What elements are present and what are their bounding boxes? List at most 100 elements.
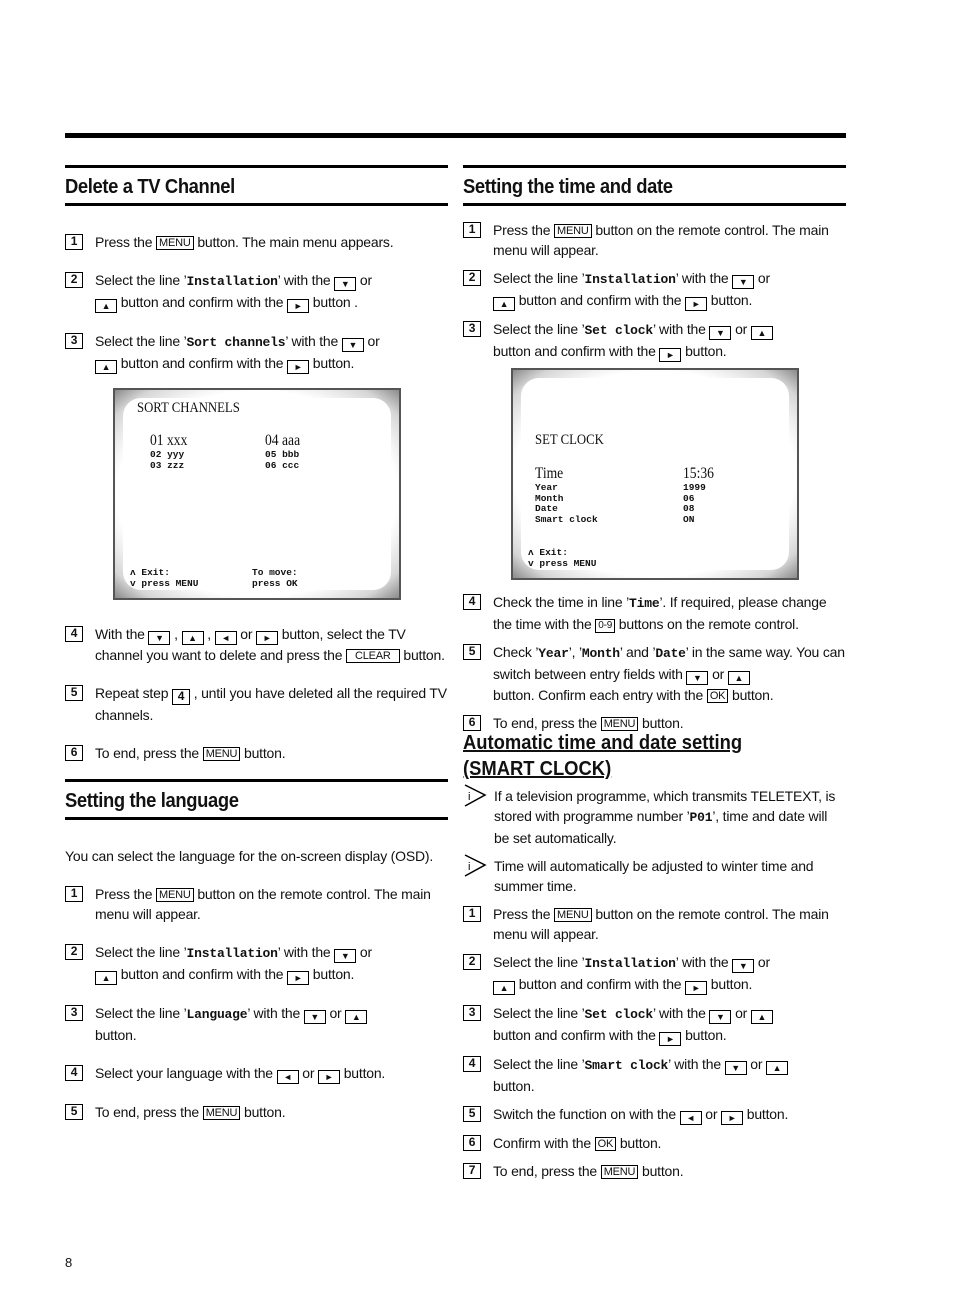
step-3: 3 Select the line ’Sort channels’ with t… [65,331,448,374]
left-arrow-icon: ◄ [679,1111,702,1125]
step-6: 6 To end, press the MENU button. [65,743,448,763]
language-section: Setting the language You can select the … [65,779,448,1122]
step-5: 5 Switch the function on with the ◄ or ►… [463,1104,846,1125]
step-2: 2 Select the line ’Installation’ with th… [65,270,448,313]
menu-key-icon: MENU [156,888,194,902]
text-fragment: button. [340,1065,386,1081]
text-fragment: , [170,626,182,642]
svg-text:i: i [468,791,470,803]
step-number: 4 [463,1056,481,1072]
step-number: 6 [65,745,83,761]
menu-line-name: Installation [584,956,676,971]
text-fragment: Select the line ’ [493,270,585,286]
down-arrow-icon: ▼ [732,275,755,289]
text-fragment: Select the line ’ [493,954,585,970]
step-number: 3 [463,1005,481,1021]
right-column: Setting the time and date 1 Press the ME… [463,165,846,1179]
text-fragment: Switch the function on with the [493,1106,680,1122]
text-fragment: button. The main menu appears. [193,234,394,250]
smart-clock-section: Automatic time and date setting (SMART C… [463,730,846,1181]
text-fragment: button. Confirm each entry with the [493,687,707,703]
menu-key-icon: MENU [554,224,592,238]
text-fragment: or [731,1005,751,1021]
down-arrow-icon: ▼ [732,959,755,973]
text-fragment: Press the [493,222,555,238]
clear-key-icon: CLEAR [345,649,400,663]
text-fragment: Select the line ’ [95,272,187,288]
text-fragment: button. [728,687,774,703]
text-fragment: ’ with the [247,1005,304,1021]
text-fragment: Select the line ’ [493,1005,585,1021]
programme-number: P01 [689,810,713,825]
setting-labels: Year Month Date Smart clock [535,482,598,525]
menu-line-name: Smart clock [584,1058,669,1073]
step-number: 4 [463,594,481,610]
text-fragment: button and confirm with the [117,294,288,310]
menu-key-icon: MENU [202,1106,241,1120]
right-arrow-icon: ► [659,348,682,362]
left-column: Delete a TV Channel 1 Press the MENU but… [65,165,448,1120]
text-fragment: Press the [95,886,157,902]
right-arrow-icon: ► [256,631,279,645]
step-5: 5 To end, press the MENU button. [65,1102,448,1122]
text-fragment: ’ with the [277,272,335,288]
screen-title: SET CLOCK [535,432,604,448]
text-fragment: button. [616,1135,662,1151]
text-fragment: ’ and ’ [619,644,656,660]
down-arrow-icon: ▼ [724,1061,747,1075]
text-fragment: button. [743,1106,789,1122]
step-4: 4 Check the time in line ’Time’. If requ… [463,592,846,634]
text-fragment: or [746,1056,767,1072]
text-fragment: or [325,1005,346,1021]
text-fragment: button. [638,1163,684,1179]
text-fragment: or [708,666,728,682]
screen-title: SORT CHANNELS [137,400,240,416]
section-title-line1: Automatic time and date setting [463,732,743,754]
menu-line-name: Set clock [584,323,654,338]
step-reference: 4 [172,689,190,705]
text-fragment: button. [638,715,684,731]
text-fragment: button and confirm with the [117,355,288,371]
up-arrow-icon: ▲ [750,326,773,340]
top-rule [65,133,846,138]
text-fragment: button. [240,745,286,761]
channel-list-left: 02 yyy 03 zzz [150,449,185,471]
step-1: 1 Press the MENU button. The main menu a… [65,232,448,252]
channel-selected-right: 04 aaa [265,432,301,449]
setting-values: 1999 06 08 ON [683,482,706,525]
text-fragment: Select the line ’ [95,333,187,349]
step-number: 5 [65,685,83,701]
step-1: 1 Press the MENU button on the remote co… [65,884,448,924]
up-arrow-icon: ▲ [750,1010,773,1024]
right-arrow-icon: ► [287,299,310,313]
down-arrow-icon: ▼ [709,326,732,340]
menu-key-icon: MENU [600,717,639,731]
text-fragment: Select the line ’ [95,1005,187,1021]
text-fragment: Select the line ’ [493,321,585,337]
step-number: 2 [463,954,481,970]
info-note: i If a television programme, which trans… [463,784,846,848]
text-fragment: or [754,954,770,970]
section-header: Automatic time and date setting (SMART C… [463,730,846,782]
step-number: 1 [65,234,83,250]
text-fragment: button. [309,355,355,371]
text-fragment: Year [538,646,569,661]
left-arrow-icon: ◄ [276,1070,299,1084]
step-2: 2 Select the line ’Installation’ with th… [463,268,846,311]
step-3: 3 Select the line ’Set clock’ with the ▼… [463,319,846,362]
section-title-line2: (SMART CLOCK) [463,758,612,780]
down-arrow-icon: ▼ [686,671,709,685]
screen-footer-exit: ʌ Exit: v press MENU [528,547,597,569]
info-triangle-icon: i [464,784,487,807]
menu-key-icon: MENU [600,1165,639,1179]
step-2: 2 Select the line ’Installation’ with th… [65,942,448,985]
up-arrow-icon: ▲ [345,1010,368,1024]
text-fragment: button. [240,1104,286,1120]
tv-screen-sort-channels: SORT CHANNELS 01 xxx 04 aaa 02 yyy 03 zz… [113,388,401,600]
step-number: 2 [463,270,481,286]
text-fragment: Month [581,646,620,661]
text-fragment: button. [399,647,445,663]
step-number: 2 [65,944,83,960]
text-fragment: buttons on the remote control. [615,616,799,632]
down-arrow-icon: ▼ [334,949,357,963]
